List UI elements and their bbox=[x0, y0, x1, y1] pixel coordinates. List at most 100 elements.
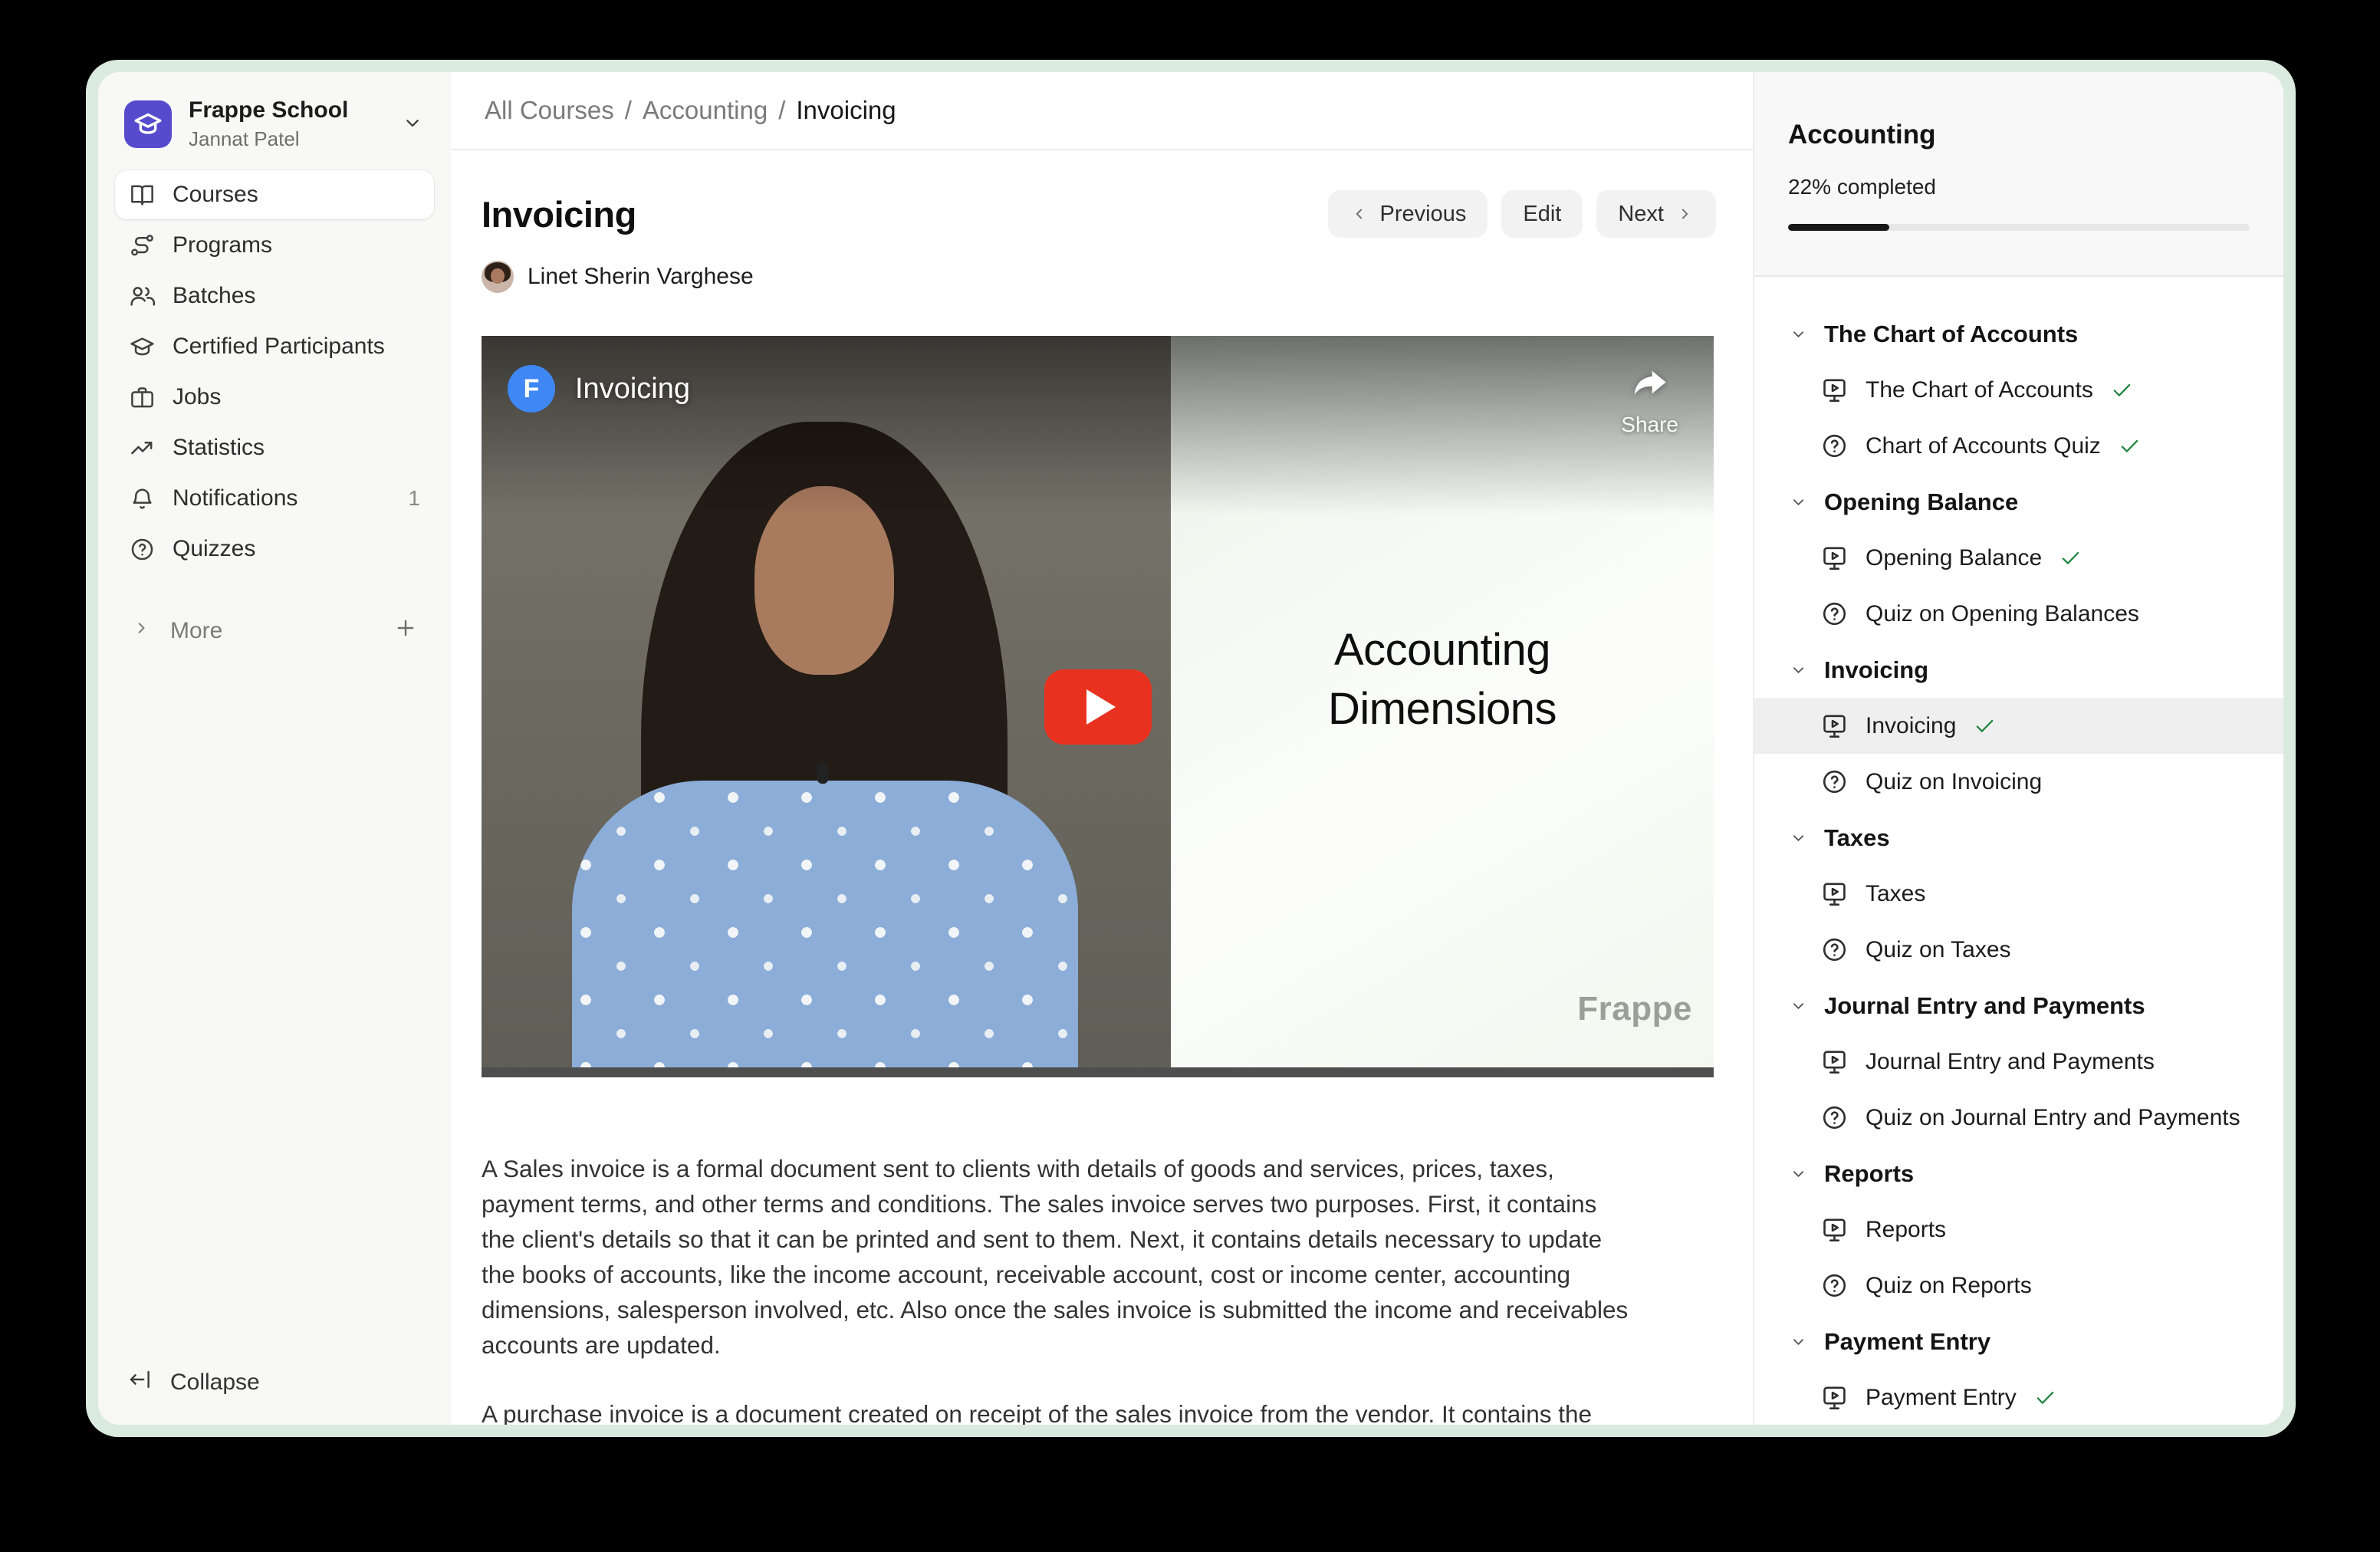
video-player[interactable]: Accounting Dimensions F Invoicing Share … bbox=[482, 336, 1714, 1077]
frappe-watermark: Frappe bbox=[1577, 990, 1692, 1028]
course-outline: The Chart of Accounts The Chart of Accou… bbox=[1754, 277, 2283, 1425]
chevron-down-icon bbox=[1788, 1331, 1809, 1352]
monitor-play-icon bbox=[1820, 1047, 1849, 1076]
workflow-icon bbox=[129, 232, 156, 259]
chevron-down-icon bbox=[1788, 995, 1809, 1016]
author-name: Linet Sherin Varghese bbox=[528, 264, 754, 290]
sidebar-item-programs[interactable]: Programs bbox=[115, 221, 434, 270]
share-icon bbox=[1629, 362, 1671, 403]
chevron-down-icon bbox=[1788, 659, 1809, 680]
notification-count-badge: 1 bbox=[408, 486, 420, 511]
video-progress-bar[interactable] bbox=[482, 1067, 1714, 1077]
help-circle-icon bbox=[1820, 1271, 1849, 1300]
main-panel: All Courses / Accounting / Invoicing Inv… bbox=[451, 72, 1753, 1425]
outline-lesson-opening-balance[interactable]: Opening Balance bbox=[1754, 530, 2283, 586]
outline-lesson-quiz-on-opening-balances[interactable]: Quiz on Opening Balances bbox=[1754, 586, 2283, 642]
workspace-switcher[interactable]: Frappe School Jannat Patel bbox=[115, 100, 434, 149]
sidebar-item-certified-participants[interactable]: Certified Participants bbox=[115, 322, 434, 371]
check-icon bbox=[2118, 434, 2142, 458]
briefcase-icon bbox=[129, 384, 156, 411]
author-avatar bbox=[482, 261, 514, 293]
outline-section-header[interactable]: Taxes bbox=[1754, 810, 2283, 866]
outline-section-header[interactable]: Invoicing bbox=[1754, 642, 2283, 698]
play-icon bbox=[1086, 689, 1116, 725]
outline-section-header[interactable]: Journal Entry and Payments bbox=[1754, 978, 2283, 1034]
chevron-down-icon bbox=[1788, 324, 1809, 344]
sidebar-item-statistics[interactable]: Statistics bbox=[115, 423, 434, 472]
edit-button[interactable]: Edit bbox=[1501, 190, 1583, 238]
help-circle-icon bbox=[1820, 935, 1849, 964]
help-circle-icon bbox=[1820, 432, 1849, 460]
app-surface: Frappe School Jannat Patel Courses Progr… bbox=[98, 72, 2283, 1425]
page-title: Invoicing bbox=[482, 193, 636, 235]
graduation-cap-icon bbox=[129, 334, 156, 360]
sidebar-item-batches[interactable]: Batches bbox=[115, 271, 434, 321]
outline-lesson-the-chart-of-accounts[interactable]: The Chart of Accounts bbox=[1754, 362, 2283, 418]
share-button[interactable]: Share bbox=[1621, 362, 1678, 437]
frappe-school-logo-icon bbox=[124, 100, 172, 148]
outline-section: Opening Balance Opening Balance Quiz on … bbox=[1754, 474, 2283, 642]
book-open-icon bbox=[129, 182, 156, 209]
outline-lesson-payment-entry[interactable]: Payment Entry bbox=[1754, 1370, 2283, 1425]
sidebar-item-notifications[interactable]: Notifications 1 bbox=[115, 474, 434, 523]
outline-section-header[interactable]: Reports bbox=[1754, 1146, 2283, 1202]
outline-lesson-invoicing[interactable]: Invoicing bbox=[1754, 698, 2283, 754]
next-button[interactable]: Next bbox=[1596, 190, 1716, 238]
sidebar-more[interactable]: More bbox=[115, 615, 434, 647]
monitor-play-icon bbox=[1820, 880, 1849, 908]
chevron-down-icon bbox=[1788, 492, 1809, 512]
outline-lesson-quiz-on-taxes[interactable]: Quiz on Taxes bbox=[1754, 922, 2283, 978]
help-circle-icon bbox=[129, 536, 156, 563]
course-progress-label: 22% completed bbox=[1788, 175, 2250, 199]
outline-lesson-chart-of-accounts-quiz[interactable]: Chart of Accounts Quiz bbox=[1754, 418, 2283, 474]
channel-avatar[interactable]: F bbox=[508, 365, 555, 413]
trending-up-icon bbox=[129, 435, 156, 462]
lesson-content: Invoicing Previous Edit Next bbox=[451, 150, 1753, 1425]
monitor-play-icon bbox=[1820, 1383, 1849, 1412]
outline-lesson-reports[interactable]: Reports bbox=[1754, 1202, 2283, 1258]
breadcrumb-all-courses[interactable]: All Courses bbox=[485, 96, 614, 125]
play-button[interactable] bbox=[1044, 669, 1152, 745]
lesson-paragraph: A purchase invoice is a document created… bbox=[482, 1396, 1633, 1425]
outline-section: Payment Entry Payment Entry bbox=[1754, 1314, 2283, 1425]
breadcrumb-separator: / bbox=[778, 96, 785, 125]
sidebar-collapse-button[interactable]: Collapse bbox=[115, 1366, 434, 1399]
sidebar-item-jobs[interactable]: Jobs bbox=[115, 373, 434, 422]
outline-section-header[interactable]: The Chart of Accounts bbox=[1754, 306, 2283, 362]
outline-section-header[interactable]: Opening Balance bbox=[1754, 474, 2283, 530]
outline-section: Reports Reports Quiz on Reports bbox=[1754, 1146, 2283, 1314]
outline-section-header[interactable]: Payment Entry bbox=[1754, 1314, 2283, 1370]
collapse-label: Collapse bbox=[170, 1370, 260, 1396]
author-row: Linet Sherin Varghese bbox=[482, 261, 1716, 293]
course-outline-panel: Accounting 22% completed The Chart of Ac… bbox=[1753, 72, 2283, 1425]
slide-text: Accounting Dimensions bbox=[1171, 621, 1714, 738]
sidebar-more-label: More bbox=[170, 618, 222, 644]
monitor-play-icon bbox=[1820, 1215, 1849, 1244]
users-icon bbox=[129, 283, 156, 310]
outline-section: The Chart of Accounts The Chart of Accou… bbox=[1754, 306, 2283, 474]
chevron-left-icon bbox=[1349, 204, 1369, 224]
bell-icon bbox=[129, 485, 156, 512]
sidebar-item-courses[interactable]: Courses bbox=[115, 170, 434, 219]
sidebar-item-quizzes[interactable]: Quizzes bbox=[115, 524, 434, 574]
video-channel[interactable]: F Invoicing bbox=[508, 365, 690, 413]
lesson-paragraph: A Sales invoice is a formal document sen… bbox=[482, 1151, 1633, 1363]
outline-section: Journal Entry and Payments Journal Entry… bbox=[1754, 978, 2283, 1146]
outline-lesson-journal-entry-and-payments[interactable]: Journal Entry and Payments bbox=[1754, 1034, 2283, 1090]
previous-button[interactable]: Previous bbox=[1328, 190, 1488, 238]
outline-lesson-quiz-on-invoicing[interactable]: Quiz on Invoicing bbox=[1754, 754, 2283, 810]
check-icon bbox=[2033, 1386, 2057, 1409]
chevron-down-icon bbox=[1788, 827, 1809, 848]
breadcrumb: All Courses / Accounting / Invoicing bbox=[451, 72, 1753, 150]
check-icon bbox=[2110, 378, 2134, 402]
outline-lesson-quiz-on-reports[interactable]: Quiz on Reports bbox=[1754, 1258, 2283, 1314]
breadcrumb-accounting[interactable]: Accounting bbox=[643, 96, 768, 125]
video-overlay-title[interactable]: Invoicing bbox=[575, 373, 690, 406]
plus-icon[interactable] bbox=[393, 615, 419, 647]
breadcrumb-separator: / bbox=[625, 96, 632, 125]
chevron-down-icon bbox=[1788, 1163, 1809, 1184]
outline-lesson-quiz-on-journal-entry-and-payments[interactable]: Quiz on Journal Entry and Payments bbox=[1754, 1090, 2283, 1146]
outline-lesson-taxes[interactable]: Taxes bbox=[1754, 866, 2283, 922]
monitor-play-icon bbox=[1820, 376, 1849, 404]
course-progress-header: Accounting 22% completed bbox=[1754, 72, 2283, 277]
